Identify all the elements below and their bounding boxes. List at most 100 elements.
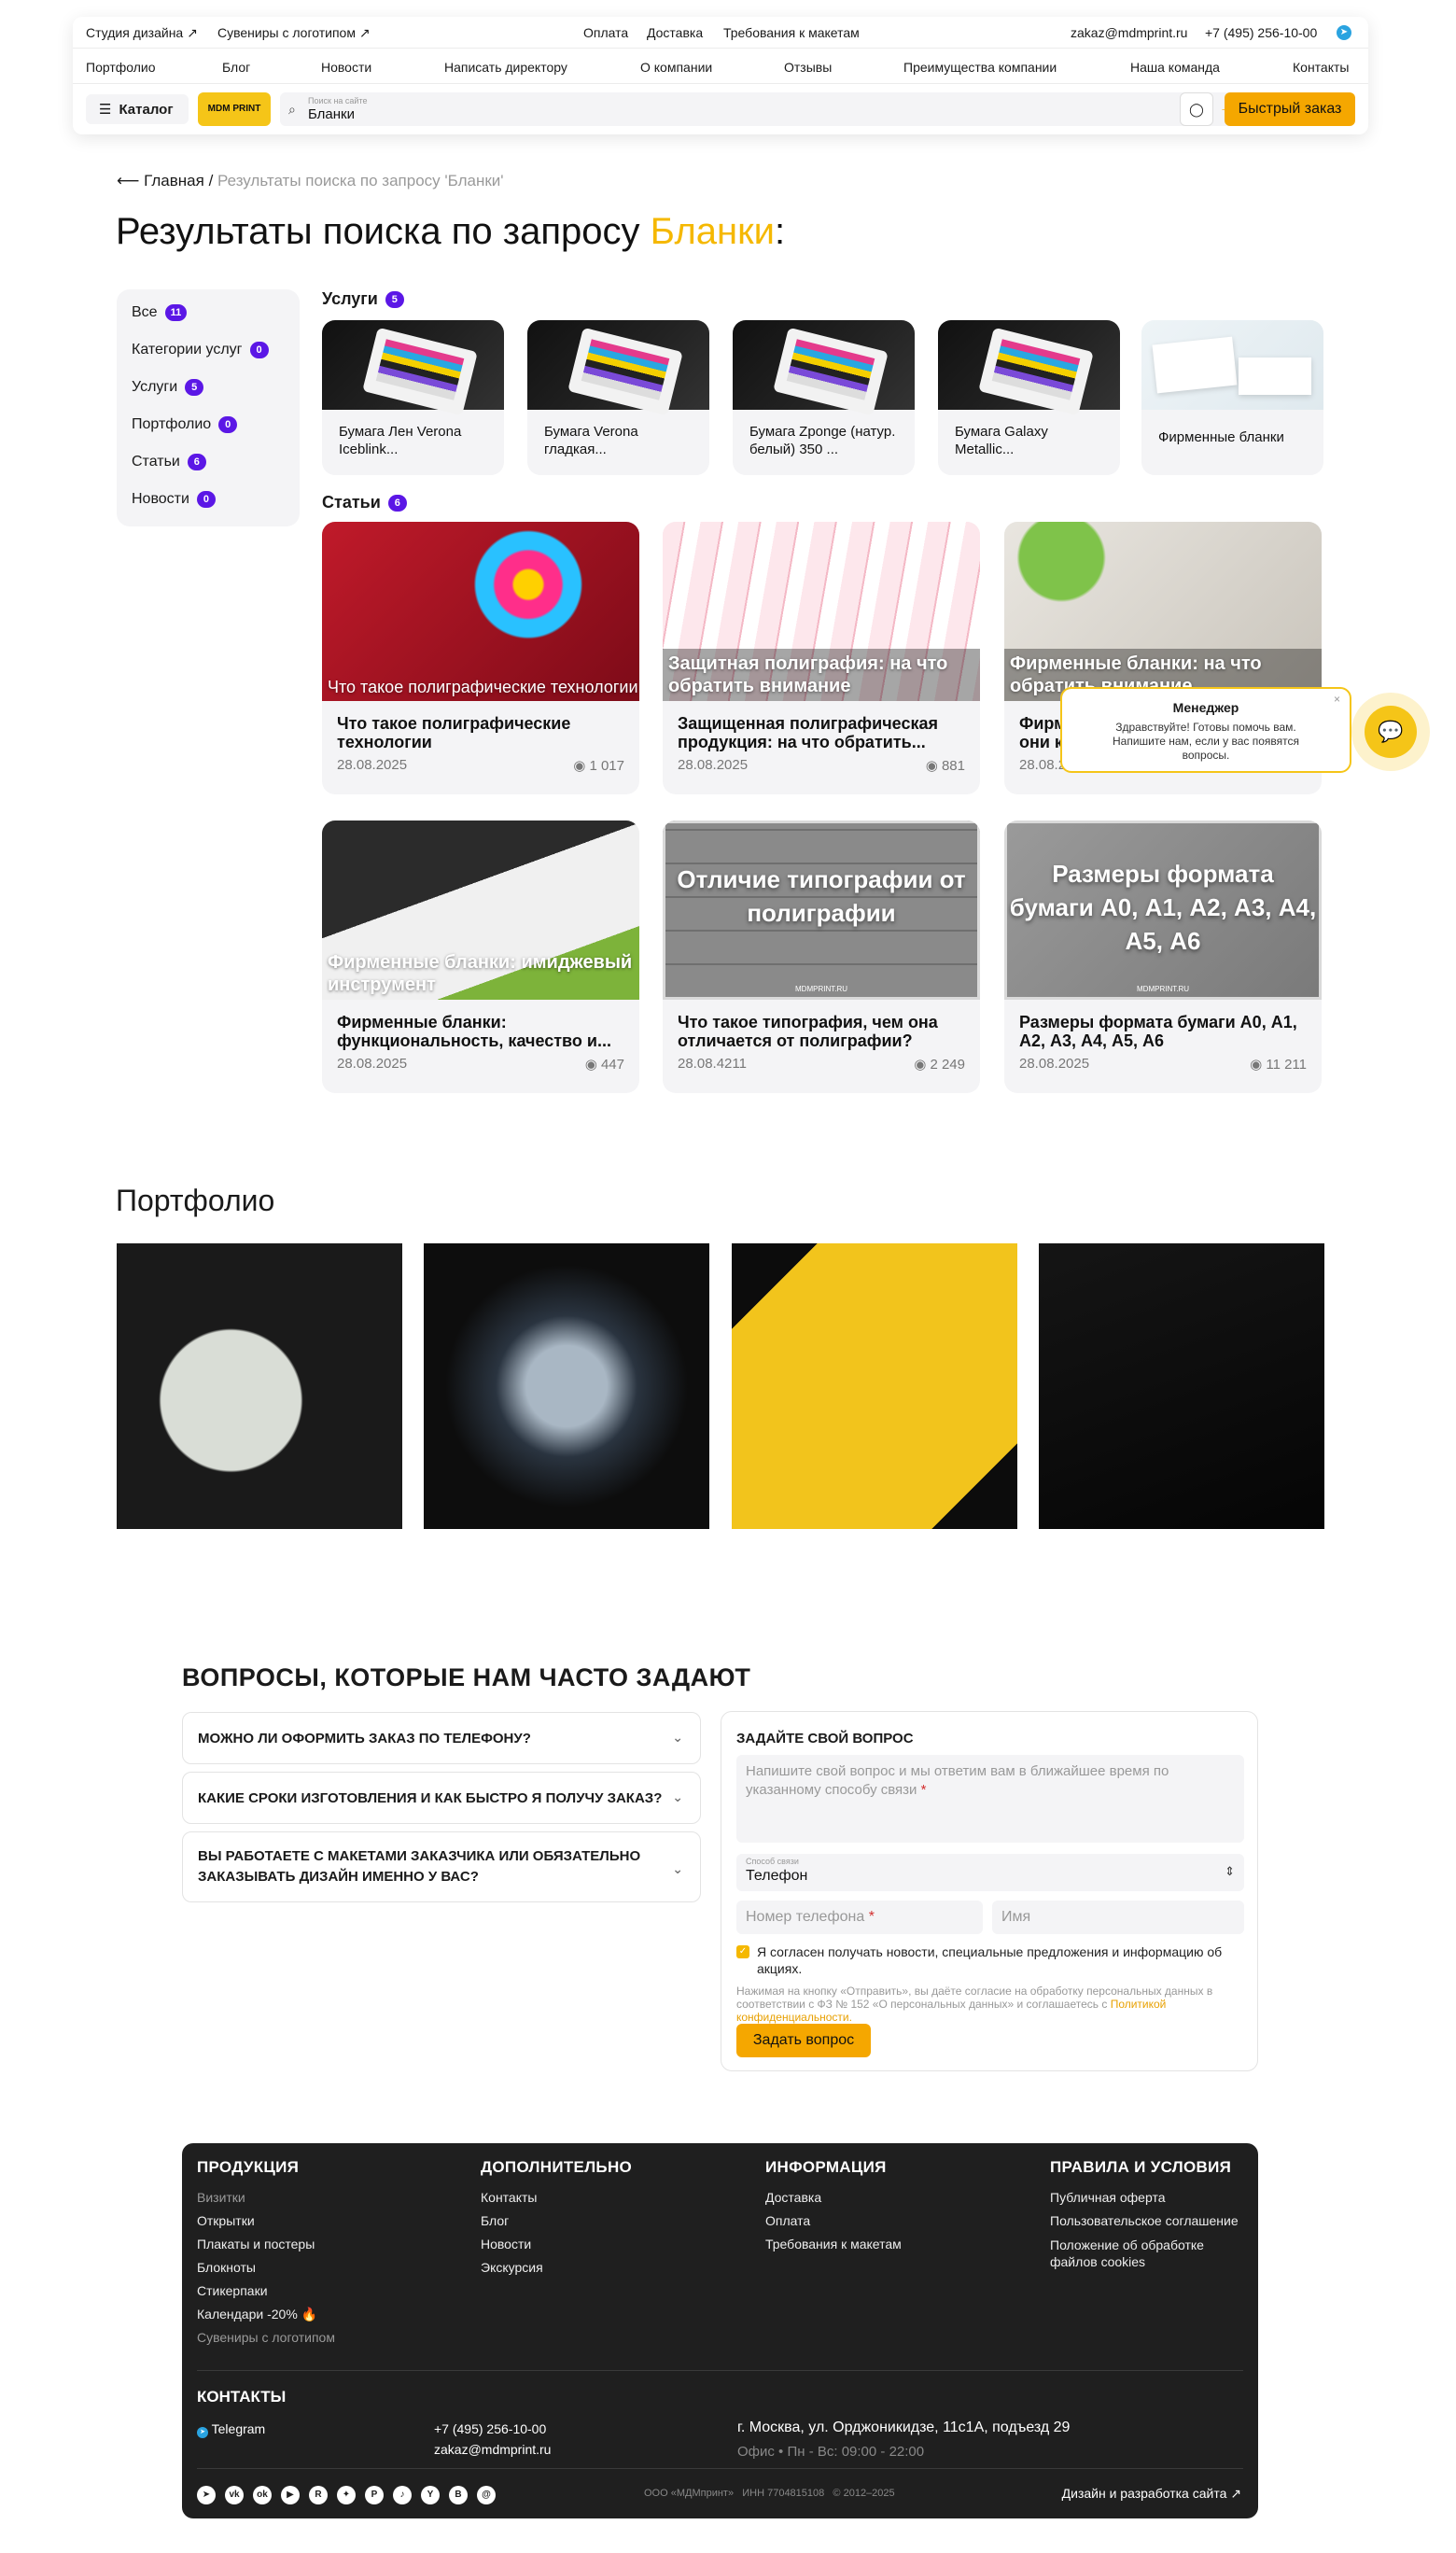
phone-input[interactable]: Номер телефона *	[736, 1901, 983, 1934]
nav-item-blog[interactable]: Блог	[222, 60, 250, 75]
filter-portfolio[interactable]: Портфолио 0	[132, 416, 238, 433]
footer-link[interactable]: Контакты	[481, 2186, 632, 2209]
article-card[interactable]: Что такое полиграфические технологии Что…	[322, 522, 639, 794]
ask-submit-button[interactable]: Задать вопрос	[736, 2024, 871, 2057]
footer-link[interactable]: Положение об обработке файлов cookies	[1050, 2237, 1246, 2270]
requirements-link[interactable]: Требования к макетам	[723, 25, 860, 40]
article-card[interactable]: Размеры формата бумаги А0, А1, А2, А3, А…	[1004, 821, 1322, 1093]
faq-item[interactable]: МОЖНО ЛИ ОФОРМИТЬ ЗАКАЗ ПО ТЕЛЕФОНУ? ⌄	[182, 1712, 701, 1764]
search-field[interactable]: ⌕ Поиск на сайте Бланки →	[280, 92, 1247, 126]
portfolio-image[interactable]	[732, 1243, 1017, 1529]
telegram-contact[interactable]: ➤ Telegram	[197, 2421, 265, 2438]
section-label-text: Услуги	[322, 289, 378, 308]
service-title: Бумага Лен Verona Iceblink...	[339, 424, 462, 457]
footer-link[interactable]: Визитки	[197, 2186, 335, 2209]
contact-method-select[interactable]: Способ связи Телефон ⇕	[736, 1854, 1244, 1891]
delivery-link[interactable]: Доставка	[647, 25, 703, 40]
account-button[interactable]: ◯	[1180, 92, 1213, 126]
design-credit-link[interactable]: Дизайн и разработка сайта ↗	[1062, 2486, 1241, 2502]
nav-item-about[interactable]: О компании	[640, 60, 712, 75]
footer-link[interactable]: Новости	[481, 2233, 632, 2256]
rutube-icon[interactable]: R	[309, 2486, 328, 2504]
souvenirs-link[interactable]: Сувениры с логотипом ↗	[217, 25, 371, 41]
threads-icon[interactable]: @	[477, 2486, 496, 2504]
breadcrumb-home[interactable]: Главная	[144, 172, 204, 189]
eye-icon: ◉	[1250, 1057, 1267, 1073]
chat-launcher[interactable]: 💬	[1351, 693, 1430, 771]
footer-email[interactable]: zakaz@mdmprint.ru	[434, 2442, 551, 2457]
filter-articles[interactable]: Статьи 6	[132, 454, 206, 470]
faq-item[interactable]: КАКИЕ СРОКИ ИЗГОТОВЛЕНИЯ И КАК БЫСТРО Я …	[182, 1772, 701, 1824]
search-input[interactable]: Бланки	[308, 106, 355, 122]
header-top-bar: Студия дизайна ↗ Сувениры с логотипом ↗ …	[73, 17, 1368, 49]
footer-link[interactable]: Открытки	[197, 2209, 335, 2233]
site-logo[interactable]: MDM PRINT	[198, 92, 271, 126]
service-card[interactable]: Бумага Лен Verona Iceblink...	[322, 320, 504, 475]
chat-popup[interactable]: × Менеджер Здравствуйте! Готовы помочь в…	[1060, 687, 1351, 773]
footer-link[interactable]: Сувениры с логотипом	[197, 2326, 335, 2350]
back-arrow-icon[interactable]: ⟵	[117, 172, 139, 189]
footer-link[interactable]: Оплата	[765, 2209, 902, 2233]
footer-link[interactable]: Блог	[481, 2209, 632, 2233]
filter-categories[interactable]: Категории услуг 0	[132, 342, 269, 358]
dzen-icon[interactable]: ✦	[337, 2486, 356, 2504]
portfolio-image[interactable]	[117, 1243, 402, 1529]
header-phone[interactable]: +7 (495) 256-10-00	[1205, 25, 1317, 40]
footer-link[interactable]: Плакаты и постеры	[197, 2233, 335, 2256]
service-card[interactable]: Бумага Zponge (натур. белый) 350 ...	[733, 320, 915, 475]
nav-item-team[interactable]: Наша команда	[1130, 60, 1220, 75]
footer-link[interactable]: Календари -20% 🔥	[197, 2303, 335, 2326]
vk-icon[interactable]: vk	[225, 2486, 244, 2504]
youtube-icon[interactable]: ▶	[281, 2486, 300, 2504]
design-studio-link[interactable]: Студия дизайна ↗	[86, 25, 198, 41]
footer-link[interactable]: Блокноты	[197, 2256, 335, 2279]
name-input[interactable]: Имя	[992, 1901, 1244, 1934]
count-badge: 11	[164, 304, 188, 321]
footer-column-extra: ДОПОЛНИТЕЛЬНО Контакты Блог Новости Экск…	[481, 2158, 632, 2279]
yappy-icon[interactable]: Y	[421, 2486, 440, 2504]
header-email[interactable]: zakaz@mdmprint.ru	[1071, 25, 1187, 40]
tiktok-icon[interactable]: ♪	[393, 2486, 412, 2504]
footer-link[interactable]: Стикерпаки	[197, 2279, 335, 2303]
nav-item-portfolio[interactable]: Портфолио	[86, 60, 156, 75]
telegram-icon[interactable]: ➤	[1337, 25, 1351, 40]
ok-icon[interactable]: ok	[253, 2486, 272, 2504]
consent-checkbox[interactable]: ✓	[736, 1945, 749, 1958]
nav-item-reviews[interactable]: Отзывы	[784, 60, 832, 75]
behance-icon[interactable]: B	[449, 2486, 468, 2504]
footer-link[interactable]: Пользовательское соглашение	[1050, 2209, 1246, 2233]
footer-column-title: ИНФОРМАЦИЯ	[765, 2158, 887, 2176]
filter-all[interactable]: Все 11	[132, 304, 188, 321]
footer-link[interactable]: Экскурсия	[481, 2256, 632, 2279]
footer-phone[interactable]: +7 (495) 256-10-00	[434, 2421, 546, 2436]
telegram-icon[interactable]: ➤	[197, 2486, 216, 2504]
filter-news[interactable]: Новости 0	[132, 491, 216, 508]
article-card[interactable]: Отличие типографии от полиграфии MDMPRIN…	[663, 821, 980, 1093]
question-textarea[interactable]: Напишите свой вопрос и мы ответим вам в …	[736, 1755, 1244, 1843]
footer-link[interactable]: Доставка	[765, 2186, 902, 2209]
faq-item[interactable]: ВЫ РАБОТАЕТЕ С МАКЕТАМИ ЗАКАЗЧИКА ИЛИ ОБ…	[182, 1831, 701, 1902]
catalog-button[interactable]: ☰ Каталог	[86, 94, 189, 124]
views-count: 1 017	[589, 758, 624, 774]
service-card[interactable]: Бумага Verona гладкая...	[527, 320, 709, 475]
nav-item-director[interactable]: Написать директору	[444, 60, 567, 75]
breadcrumb-current: Результаты поиска по запросу 'Бланки'	[217, 172, 504, 189]
payment-link[interactable]: Оплата	[583, 25, 628, 40]
article-card[interactable]: Фирменные бланки: имиджевый инструмент Ф…	[322, 821, 639, 1093]
portfolio-image[interactable]	[424, 1243, 709, 1529]
pinterest-icon[interactable]: P	[365, 2486, 384, 2504]
nav-item-news[interactable]: Новости	[321, 60, 371, 75]
close-icon[interactable]: ×	[1334, 693, 1340, 706]
service-card[interactable]: Фирменные бланки	[1141, 320, 1323, 475]
quick-order-button[interactable]: Быстрый заказ	[1225, 92, 1355, 126]
filter-services[interactable]: Услуги 5	[132, 379, 204, 396]
service-card[interactable]: Бумага Galaxy Metallic...	[938, 320, 1120, 475]
footer-link[interactable]: Публичная оферта	[1050, 2186, 1246, 2209]
menu-icon: ☰	[99, 102, 112, 118]
footer-link[interactable]: Требования к макетам	[765, 2233, 902, 2256]
nav-item-contacts[interactable]: Контакты	[1293, 60, 1349, 75]
article-card[interactable]: Защитная полиграфия: на что обратить вни…	[663, 522, 980, 794]
nav-item-advantages[interactable]: Преимущества компании	[903, 60, 1057, 75]
portfolio-image[interactable]	[1039, 1243, 1324, 1529]
service-image	[733, 320, 915, 416]
